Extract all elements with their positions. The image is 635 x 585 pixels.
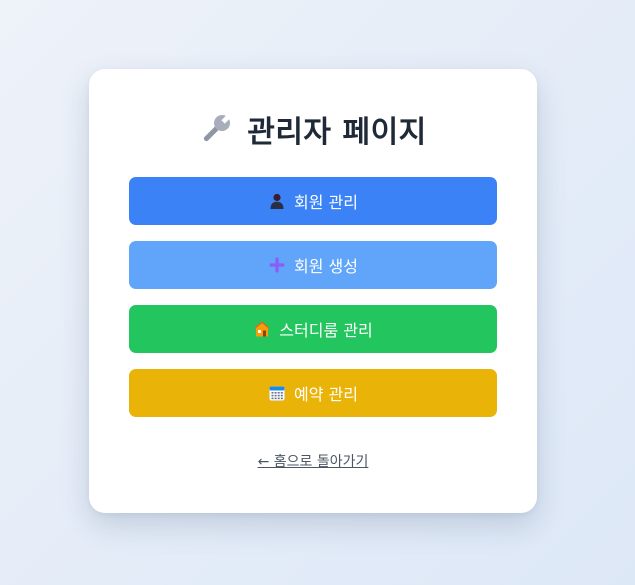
user-icon bbox=[270, 193, 284, 209]
back-to-home-link[interactable]: ← 홈으로 돌아가기 bbox=[89, 451, 537, 471]
calendar-icon bbox=[269, 386, 285, 401]
member-management-button[interactable]: 회원 관리 bbox=[129, 177, 497, 225]
page-title: 관리자 페이지 bbox=[89, 107, 537, 151]
house-icon bbox=[254, 321, 271, 337]
studyroom-management-button[interactable]: 스터디룸 관리 bbox=[129, 305, 497, 353]
wrench-icon bbox=[204, 114, 231, 142]
member-management-label: 회원 관리 bbox=[294, 193, 358, 212]
admin-card: 관리자 페이지 회원 관리 회원 생성 스터디룸 관리 예약 관리 ← 홈으로 … bbox=[89, 69, 537, 513]
page-title-text: 관리자 페이지 bbox=[247, 115, 427, 150]
reservation-management-button[interactable]: 예약 관리 bbox=[129, 369, 497, 417]
member-create-label: 회원 생성 bbox=[294, 257, 358, 276]
member-create-button[interactable]: 회원 생성 bbox=[129, 241, 497, 289]
reservation-management-label: 예약 관리 bbox=[294, 385, 358, 404]
plus-icon bbox=[269, 257, 285, 273]
studyroom-management-label: 스터디룸 관리 bbox=[279, 321, 373, 340]
